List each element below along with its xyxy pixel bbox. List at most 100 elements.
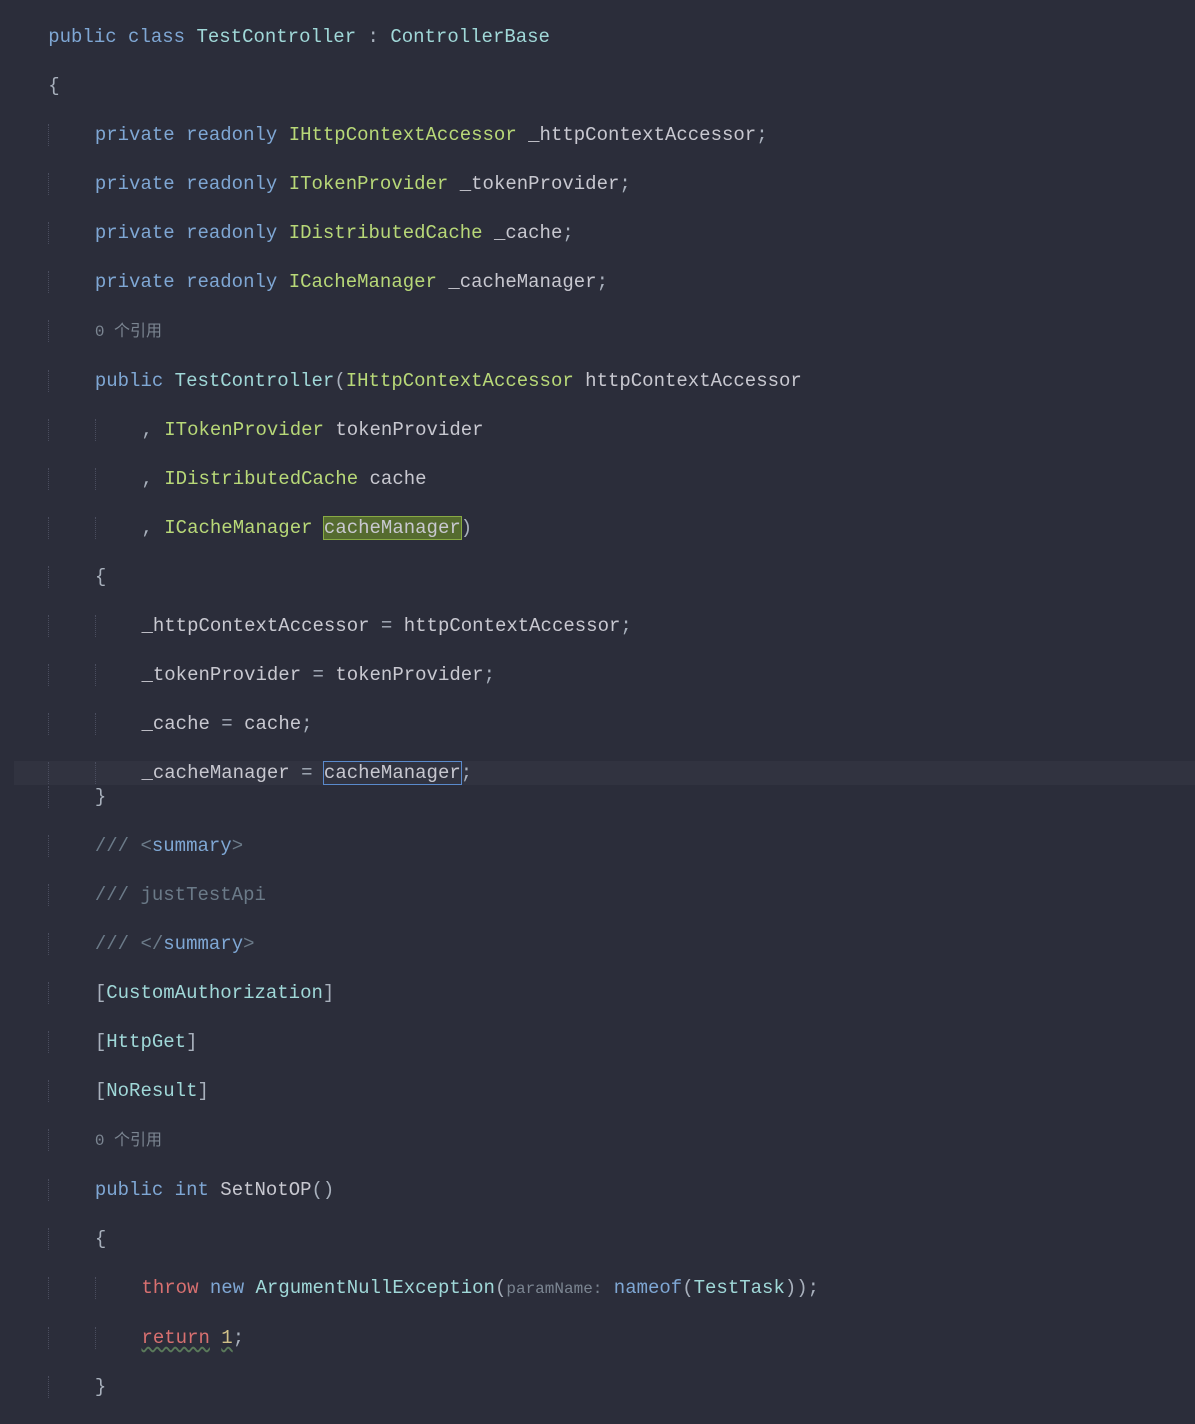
keyword: private (95, 173, 175, 195)
field: _httpContextAccessor (141, 615, 369, 637)
code-line[interactable]: { (14, 74, 1195, 99)
semi: ; (301, 713, 312, 735)
code-line[interactable]: [CustomAuthorization] (14, 981, 1195, 1006)
param: httpContextAccessor (404, 615, 621, 637)
code-line[interactable]: public class TestController : Controller… (14, 25, 1195, 50)
code-line[interactable]: 0 个引用 (14, 319, 1195, 345)
rparen: ) (796, 1277, 807, 1299)
keyword-return-warning: return (141, 1327, 209, 1349)
number: 1 (221, 1327, 232, 1349)
type: IDistributedCache (164, 468, 358, 490)
code-line[interactable]: private readonly IDistributedCache _cach… (14, 221, 1195, 246)
field: _cache (494, 222, 562, 244)
rbracket: ] (197, 1080, 208, 1102)
param: cache (370, 468, 427, 490)
code-editor[interactable]: public class TestController : Controller… (0, 0, 1195, 1424)
comma: , (141, 419, 152, 441)
code-line[interactable]: throw new ArgumentNullException(paramNam… (14, 1276, 1195, 1302)
exception-type: ArgumentNullException (256, 1277, 495, 1299)
code-line[interactable]: { (14, 565, 1195, 590)
code-line[interactable]: public TestController(IHttpContextAccess… (14, 369, 1195, 394)
eq: = (381, 615, 392, 637)
attr: CustomAuthorization (106, 982, 323, 1004)
method-name: SetNotOP (220, 1179, 311, 1201)
brace: { (95, 566, 106, 588)
doc-slashes: /// (95, 835, 129, 857)
rparen: ) (461, 517, 472, 539)
keyword: readonly (186, 271, 277, 293)
keyword-class: class (128, 26, 185, 48)
code-line[interactable]: { (14, 1227, 1195, 1252)
keyword: int (175, 1179, 209, 1201)
eq: = (301, 762, 312, 784)
semi: ; (233, 1327, 244, 1349)
semi: ; (597, 271, 608, 293)
doc-text: justTestApi (129, 884, 266, 906)
code-line[interactable]: _cache = cache; (14, 712, 1195, 737)
inlay-hint: paramName: (506, 1280, 602, 1298)
keyword: public (95, 370, 163, 392)
doc-tag: <summary> (140, 835, 243, 857)
colon: : (368, 26, 379, 48)
keyword-public: public (48, 26, 116, 48)
param: tokenProvider (335, 419, 483, 441)
code-line[interactable]: } (14, 1375, 1195, 1400)
lparen: ( (334, 370, 345, 392)
param: tokenProvider (335, 664, 483, 686)
semi: ; (808, 1277, 819, 1299)
nameof: nameof (614, 1277, 682, 1299)
semi: ; (484, 664, 495, 686)
doc-tag: </summary> (140, 933, 254, 955)
semi: ; (756, 124, 767, 146)
param-cursor: cacheManager (324, 762, 461, 784)
lbracket: [ (95, 1031, 106, 1053)
code-line[interactable]: [HttpGet] (14, 1030, 1195, 1055)
code-line[interactable]: , ICacheManager cacheManager) (14, 516, 1195, 541)
field: _httpContextAccessor (528, 124, 756, 146)
code-line[interactable]: } (14, 785, 1195, 810)
code-line[interactable]: private readonly ICacheManager _cacheMan… (14, 270, 1195, 295)
doc-slashes: /// (95, 933, 129, 955)
field: _cacheManager (448, 271, 596, 293)
code-line[interactable]: /// justTestApi (14, 883, 1195, 908)
attr: HttpGet (106, 1031, 186, 1053)
comma: , (141, 517, 152, 539)
keyword: public (95, 1179, 163, 1201)
type: ICacheManager (289, 271, 437, 293)
field: _cacheManager (141, 762, 289, 784)
brace: } (95, 1376, 106, 1398)
code-line[interactable]: public int SetNotOP() (14, 1178, 1195, 1203)
semi: ; (562, 222, 573, 244)
code-line[interactable]: 0 个引用 (14, 1128, 1195, 1154)
code-line[interactable]: [NoResult] (14, 1079, 1195, 1104)
param: httpContextAccessor (585, 370, 802, 392)
code-line[interactable]: , IDistributedCache cache (14, 467, 1195, 492)
semi: ; (461, 762, 472, 784)
field: _tokenProvider (141, 664, 301, 686)
code-line[interactable]: , ITokenProvider tokenProvider (14, 418, 1195, 443)
code-line[interactable]: /// </summary> (14, 932, 1195, 957)
attr: NoResult (106, 1080, 197, 1102)
code-line[interactable]: private readonly IHttpContextAccessor _h… (14, 123, 1195, 148)
keyword-new: new (210, 1277, 244, 1299)
code-line[interactable]: private readonly ITokenProvider _tokenPr… (14, 172, 1195, 197)
brace: { (95, 1228, 106, 1250)
codelens-refs[interactable]: 0 个引用 (95, 1132, 162, 1150)
type-arg: TestTask (694, 1277, 785, 1299)
field: _tokenProvider (460, 173, 620, 195)
class-name: TestController (196, 26, 356, 48)
code-line-active[interactable]: _cacheManager = cacheManager; (14, 761, 1195, 786)
codelens-refs[interactable]: 0 个引用 (95, 323, 162, 341)
code-line[interactable]: _tokenProvider = tokenProvider; (14, 663, 1195, 688)
code-line[interactable]: _httpContextAccessor = httpContextAccess… (14, 614, 1195, 639)
code-line[interactable]: /// <summary> (14, 834, 1195, 859)
code-line[interactable]: return 1; (14, 1326, 1195, 1351)
keyword: readonly (186, 124, 277, 146)
semi: ; (619, 173, 630, 195)
parens: () (312, 1179, 335, 1201)
doc-slashes: /// (95, 884, 129, 906)
param-highlighted: cacheManager (324, 517, 461, 539)
base-class: ControllerBase (390, 26, 550, 48)
ctor-name: TestController (175, 370, 335, 392)
brace: { (48, 75, 59, 97)
